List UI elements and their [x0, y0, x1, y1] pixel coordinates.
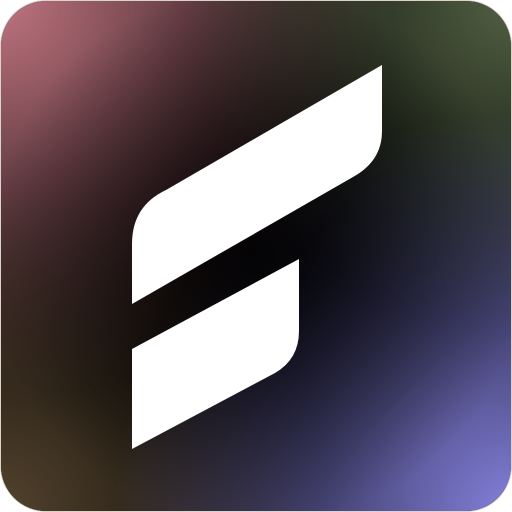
logo-upper-stroke — [132, 65, 382, 304]
f-logo-icon — [132, 65, 382, 449]
app-icon[interactable] — [0, 0, 512, 512]
